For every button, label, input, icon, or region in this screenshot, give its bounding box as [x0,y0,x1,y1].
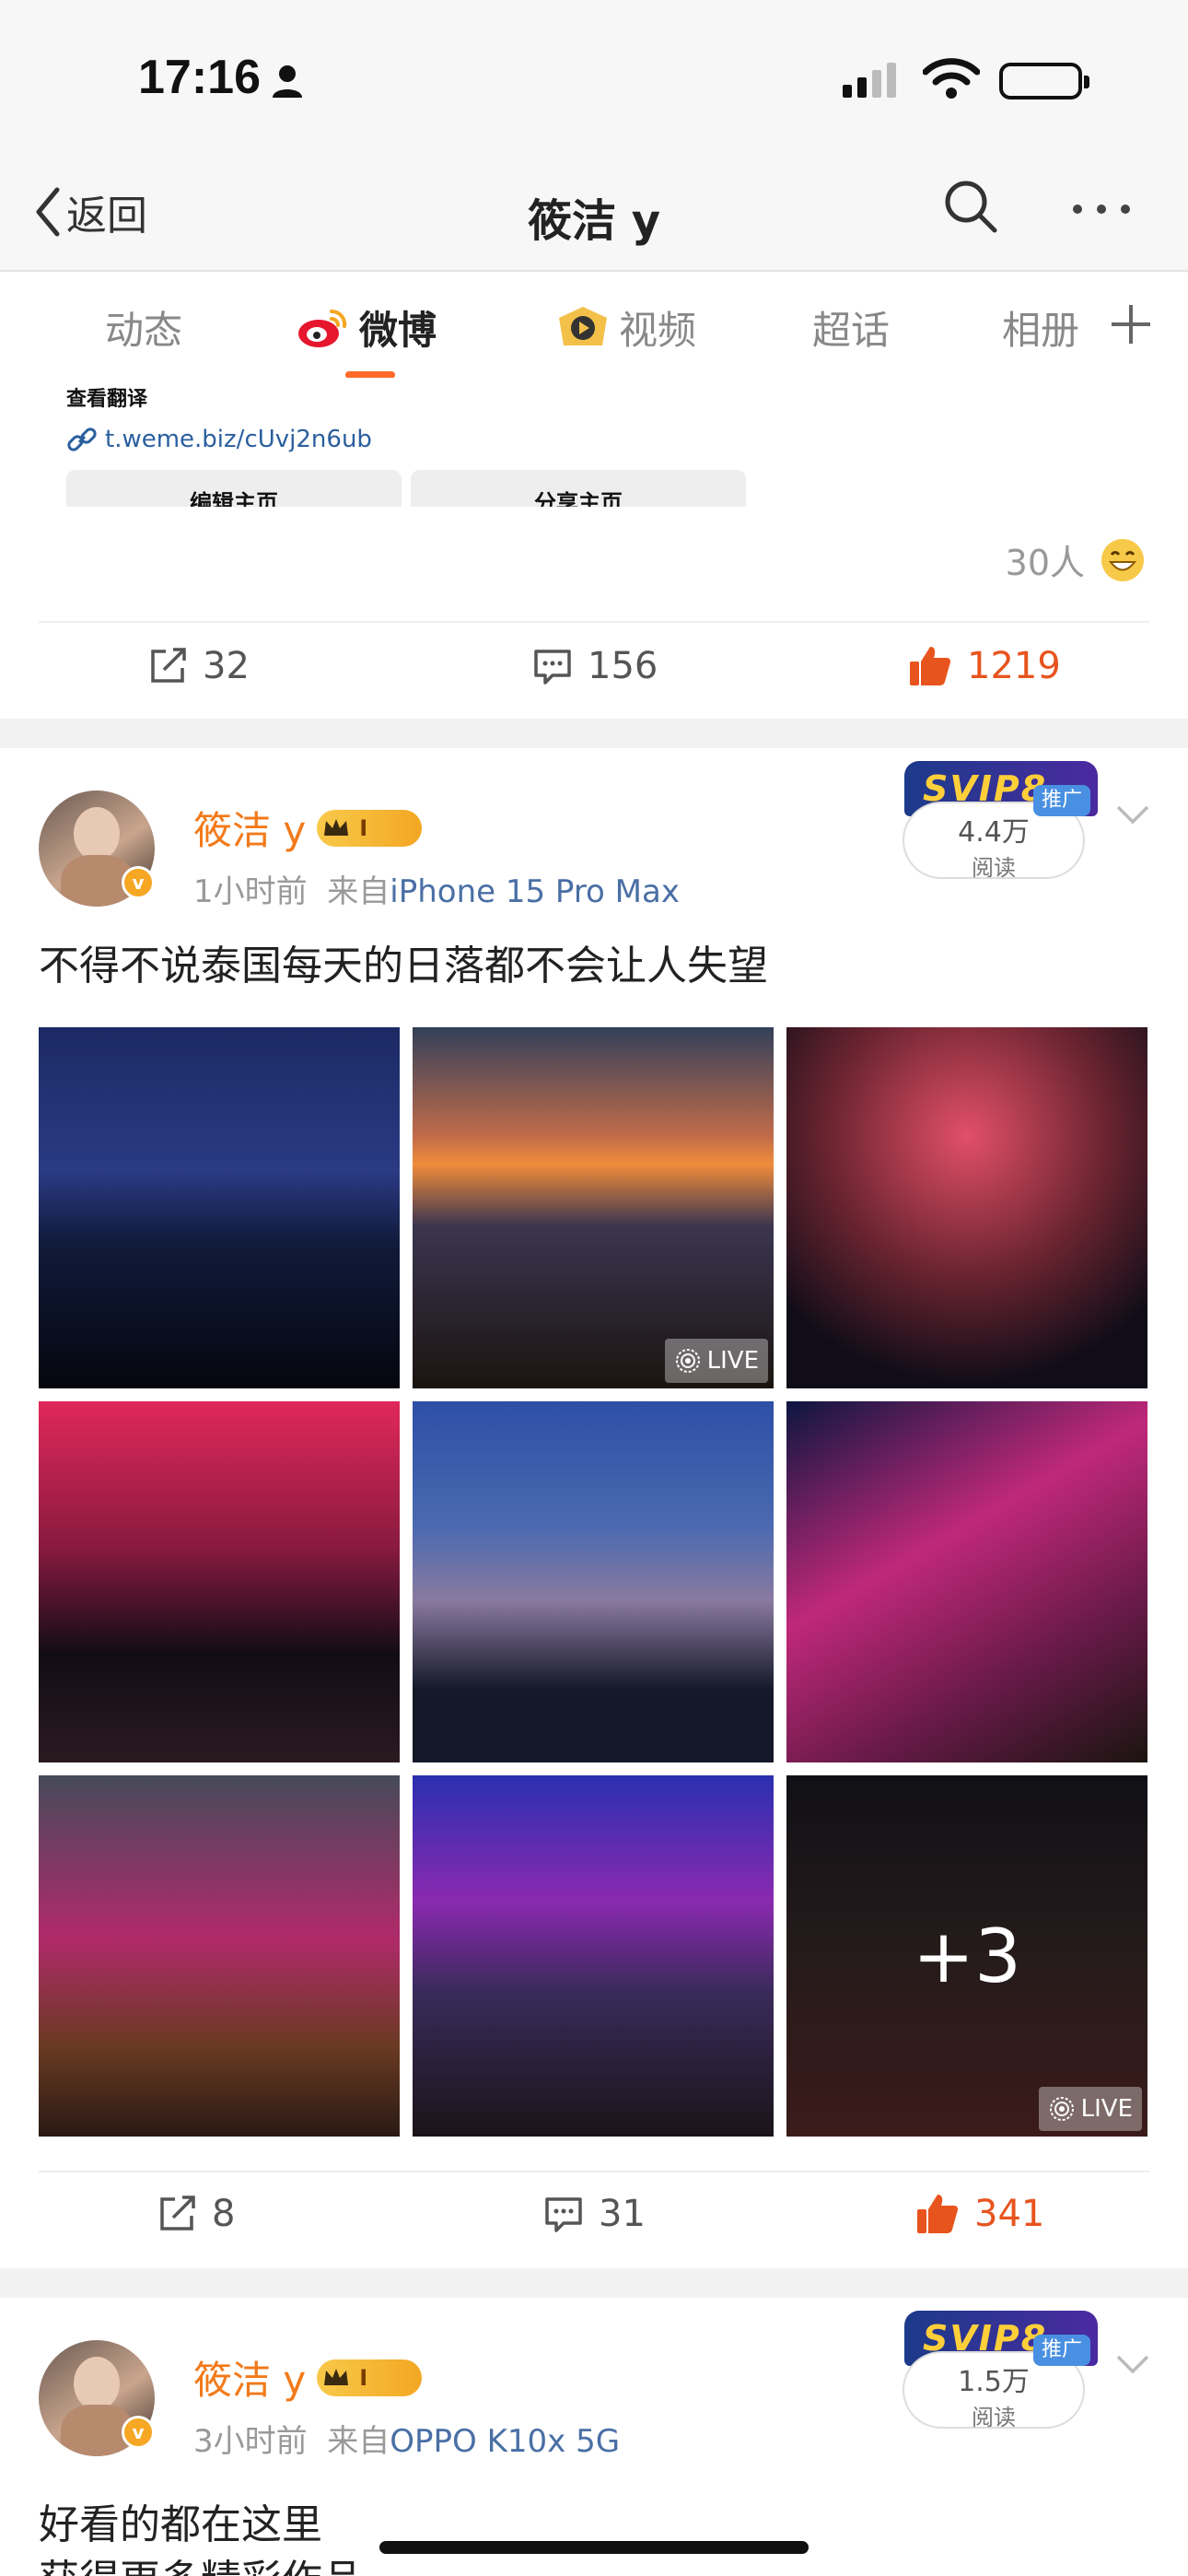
comment-icon [545,2197,582,2232]
post-device[interactable]: OPPO K10x 5G [390,2423,620,2460]
link-icon [67,427,97,451]
search-icon[interactable] [941,177,1000,240]
promo-tag: 推广 [1033,785,1090,816]
live-photo-badge: LIVE [664,1339,768,1383]
crown-icon [324,2368,349,2385]
promo-widget[interactable]: SVIP8 4.4万 阅读 推广 [903,761,1098,881]
repost-icon [160,2195,195,2231]
embedded-profile-preview: 查看翻译 t.weme.biz/cUvj2n6ub 编辑主页 分享主页 [0,378,1188,507]
promo-tag: 推广 [1033,2335,1090,2366]
tab-topics[interactable]: 超话 [812,299,890,356]
post-card[interactable]: v 筱洁 y I 3小时前 来自OPPO K10x 5G SVIP8 1.5万 … [0,2298,1188,2576]
page-title: 筱洁 y [527,195,660,247]
photo-thumbnail[interactable] [39,1401,400,1762]
member-level-badge: I [317,2359,423,2396]
profile-tabs: 动态 微博 视频 超话 相册 [0,272,1188,392]
like-button[interactable]: 1219 [908,645,1061,687]
photo-thumbnail[interactable] [413,1401,774,1762]
verified-badge-icon: v [122,2416,155,2449]
weibo-icon [298,309,347,347]
tab-video[interactable]: 视频 [556,299,696,356]
cellular-signal-icon [843,63,896,98]
person-icon [272,64,303,101]
comment-button[interactable]: 156 [532,645,658,687]
photo-grid: LIVE +3 LIVE [39,1027,1147,2137]
post-card[interactable]: v 筱洁 y I 1小时前 来自iPhone 15 Pro Max SVIP8 … [0,748,1188,2268]
live-photo-badge: LIVE [1038,2087,1142,2131]
card-separator [0,2268,1188,2298]
nav-bar: 返回 筱洁 y [0,157,1188,272]
post-card-previous: 30人 32 156 1219 [0,507,1188,719]
add-tab-icon[interactable] [1110,303,1152,349]
battery-icon [999,63,1089,100]
post-device[interactable]: iPhone 15 Pro Max [390,873,680,910]
tab-dynamic[interactable]: 动态 [105,299,182,356]
divider [39,2171,1149,2172]
author-name[interactable]: 筱洁 y I [193,2349,423,2406]
chevron-down-icon[interactable] [1114,2353,1151,2377]
photo-thumbnail[interactable]: LIVE [413,1027,774,1388]
grin-emoji-icon [1101,538,1144,581]
video-icon [559,306,607,345]
post-meta: 1小时前 来自iPhone 15 Pro Max [193,873,680,910]
thumbs-up-icon [917,2195,958,2233]
likers-summary[interactable]: 30人 [1006,534,1146,585]
post-text[interactable]: 好看的都在这里 [39,2491,322,2550]
photo-thumbnail-more[interactable]: +3 LIVE [786,1775,1147,2137]
comment-button[interactable]: 31 [543,2193,646,2235]
crown-icon [324,818,349,836]
status-bar: 17:16 [0,0,1188,157]
photo-thumbnail[interactable] [786,1401,1147,1762]
repost-icon [151,648,186,683]
more-options-icon[interactable] [1073,205,1130,214]
live-icon [1049,2097,1074,2121]
post-text-line-2[interactable]: 获得更多精彩作品 [39,2547,363,2576]
tab-album[interactable]: 相册 [1002,299,1079,356]
post-meta: 3小时前 来自OPPO K10x 5G [193,2423,621,2460]
profile-link[interactable]: t.weme.biz/cUvj2n6ub [66,424,372,455]
wifi-icon [922,57,981,103]
photo-thumbnail[interactable] [39,1775,400,2137]
repost-button[interactable]: 32 [147,645,250,687]
photo-thumbnail[interactable] [413,1775,774,2137]
tab-weibo[interactable]: 微博 [297,299,437,356]
live-icon [675,1349,700,1373]
comment-icon [534,650,571,685]
photo-thumbnail[interactable] [786,1027,1147,1388]
author-name[interactable]: 筱洁 y I [193,800,423,856]
divider [39,621,1149,623]
promo-widget[interactable]: SVIP8 1.5万 阅读 推广 [903,2311,1098,2430]
share-profile-button[interactable]: 分享主页 [411,470,746,507]
more-photos-count: +3 [786,1775,1147,2137]
member-level-badge: I [317,809,423,847]
edit-profile-button[interactable]: 编辑主页 [66,470,402,507]
verified-badge-icon: v [122,866,155,899]
chevron-down-icon[interactable] [1114,803,1151,827]
repost-button[interactable]: 8 [157,2193,235,2235]
post-text[interactable]: 不得不说泰国每天的日落都不会让人失望 [39,932,768,991]
translate-label[interactable]: 查看翻译 [66,382,147,412]
thumbs-up-icon [910,647,950,685]
status-time: 17:16 [138,51,261,104]
photo-thumbnail[interactable] [39,1027,400,1388]
like-button[interactable]: 341 [915,2193,1044,2235]
home-indicator[interactable] [379,2541,809,2554]
card-separator [0,719,1188,748]
